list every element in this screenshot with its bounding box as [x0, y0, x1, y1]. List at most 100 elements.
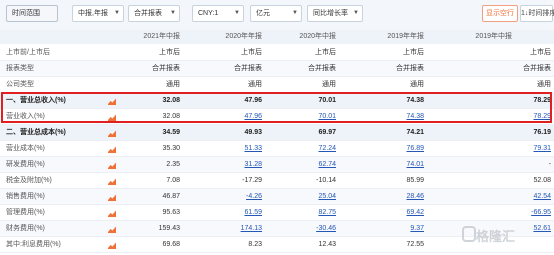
- table-cell: 上市后: [159, 49, 180, 56]
- table-cell: 合并报表: [152, 65, 180, 72]
- currency-select[interactable]: CNY:1 ▼: [192, 5, 244, 22]
- table-cell: 52.08: [533, 177, 551, 184]
- row-label: 销售费用(%): [6, 193, 45, 200]
- table-cell: 合并报表: [396, 65, 424, 72]
- table-cell: 通用: [410, 81, 424, 88]
- table-row: 二、营业总成本(%) 34.59 49.93 69.97 74.21 76.19: [0, 125, 554, 141]
- table-cell: 85.99: [406, 177, 424, 184]
- table-cell: 95.63: [162, 209, 180, 216]
- table-cell: 合并报表: [523, 65, 551, 72]
- table-cell: 上市后: [241, 49, 262, 56]
- table-cell[interactable]: 69.42: [354, 205, 424, 221]
- table-cell[interactable]: -66.95: [481, 205, 551, 221]
- growth-select[interactable]: 同比增长率 ▼: [307, 5, 363, 22]
- table-cell: -: [548, 161, 551, 168]
- table-cell[interactable]: 62.74: [266, 157, 336, 173]
- toolbar: 时间范围 中报,年报 ▼ 合并报表 ▼ CNY:1 ▼ 亿元 ▼ 同比增长率 ▼…: [0, 0, 554, 30]
- table-cell: 上市后: [315, 49, 336, 56]
- table-cell: 合并报表: [234, 65, 262, 72]
- row-label: 营业收入(%): [6, 113, 45, 120]
- table-cell[interactable]: 28.46: [354, 189, 424, 205]
- table-cell: 32.08: [162, 97, 180, 104]
- table-row: 营业收入(%) 32.08 47.96 70.01 74.38 78.29: [0, 109, 554, 125]
- row-label: 其中:利息费用(%): [6, 241, 61, 248]
- table-header: 2021年中报 2020年年报 2020年中报 2019年年报 2019年中报: [0, 30, 554, 44]
- time-sort-button[interactable]: 1↓时间排序: [520, 5, 554, 22]
- table-cell[interactable]: 42.54: [481, 189, 551, 205]
- table-cell[interactable]: 9.37: [354, 221, 424, 237]
- table-cell[interactable]: 174.13: [192, 221, 262, 237]
- table-cell[interactable]: 78.29: [481, 109, 551, 125]
- table-cell[interactable]: 82.75: [266, 205, 336, 221]
- chevron-down-icon: ▼: [170, 10, 176, 16]
- table-cell[interactable]: 47.96: [192, 109, 262, 125]
- chevron-down-icon: ▼: [114, 10, 120, 16]
- row-label: 财务费用(%): [6, 225, 45, 232]
- row-label: 公司类型: [6, 81, 34, 88]
- row-label: 研发费用(%): [6, 161, 45, 168]
- table-cell: -10.14: [316, 177, 336, 184]
- table-cell: 8.23: [248, 241, 262, 248]
- table-cell: 通用: [248, 81, 262, 88]
- table-row: 销售费用(%) 46.87 -4.26 25.04 28.46 42.54: [0, 189, 554, 205]
- table-cell: 合并报表: [308, 65, 336, 72]
- column-header[interactable]: 2020年年报: [200, 30, 262, 44]
- table-cell[interactable]: 31.28: [192, 157, 262, 173]
- table-cell: 69.97: [318, 129, 336, 136]
- table-cell: 35.30: [162, 145, 180, 152]
- table-cell: 通用: [166, 81, 180, 88]
- table-cell[interactable]: 74.38: [354, 109, 424, 125]
- table-cell: 通用: [537, 81, 551, 88]
- chevron-down-icon: ▼: [292, 10, 298, 16]
- table-cell[interactable]: 76.89: [354, 141, 424, 157]
- show-blank-rows-button[interactable]: 显示空行: [482, 5, 518, 22]
- table-row: 报表类型 合并报表 合并报表 合并报表 合并报表 合并报表: [0, 61, 554, 77]
- column-header[interactable]: 2020年中报: [272, 30, 336, 44]
- table-cell[interactable]: 25.04: [266, 189, 336, 205]
- chevron-down-icon: ▼: [353, 10, 359, 16]
- table-cell: 2.35: [166, 161, 180, 168]
- unit-value: 亿元: [256, 10, 270, 17]
- watermark: 格隆汇: [476, 229, 516, 244]
- statement-type-select[interactable]: 合并报表 ▼: [128, 5, 180, 22]
- table-cell: 72.55: [406, 241, 424, 248]
- table-row: 研发费用(%) 2.35 31.28 62.74 74.01 -: [0, 157, 554, 173]
- row-label: 二、营业总成本(%): [6, 129, 66, 136]
- table-cell[interactable]: -4.26: [192, 189, 262, 205]
- table-cell[interactable]: -30.46: [266, 221, 336, 237]
- table-cell: 34.59: [162, 129, 180, 136]
- growth-value: 同比增长率: [313, 10, 348, 17]
- row-label: 一、营业总收入(%): [6, 97, 66, 104]
- table-row: 营业成本(%) 35.30 51.33 72.24 76.89 79.31: [0, 141, 554, 157]
- report-period-select[interactable]: 中报,年报 ▼: [72, 5, 124, 22]
- table-cell: 76.19: [533, 129, 551, 136]
- table-cell: 7.08: [166, 177, 180, 184]
- table-cell: 32.08: [162, 113, 180, 120]
- table-cell: 70.01: [318, 97, 336, 104]
- table-cell: 上市后: [530, 49, 551, 56]
- unit-select[interactable]: 亿元 ▼: [250, 5, 302, 22]
- time-range-label: 时间范围: [6, 5, 58, 22]
- row-label: 税金及附加(%): [6, 177, 52, 184]
- table-cell: 49.93: [244, 129, 262, 136]
- table-cell[interactable]: 74.01: [354, 157, 424, 173]
- table-cell[interactable]: 79.31: [481, 141, 551, 157]
- watermark-logo-icon: [462, 226, 476, 242]
- column-header[interactable]: 2019年年报: [360, 30, 424, 44]
- table-cell[interactable]: 72.24: [266, 141, 336, 157]
- row-label: 报表类型: [6, 65, 34, 72]
- table-cell: 46.87: [162, 193, 180, 200]
- statement-type-value: 合并报表: [134, 10, 162, 17]
- table-cell[interactable]: 70.01: [266, 109, 336, 125]
- chevron-down-icon: ▼: [234, 10, 240, 16]
- table-cell: 74.21: [406, 129, 424, 136]
- column-header[interactable]: 2019年中报: [448, 30, 512, 44]
- table-cell[interactable]: 61.59: [192, 205, 262, 221]
- table-cell: 69.68: [162, 241, 180, 248]
- table-cell: 78.29: [533, 97, 551, 104]
- row-label: 管理费用(%): [6, 209, 45, 216]
- table-cell: -17.29: [242, 177, 262, 184]
- table-cell[interactable]: 51.33: [192, 141, 262, 157]
- column-header[interactable]: 2021年中报: [120, 30, 180, 44]
- table-cell: 12.43: [318, 241, 336, 248]
